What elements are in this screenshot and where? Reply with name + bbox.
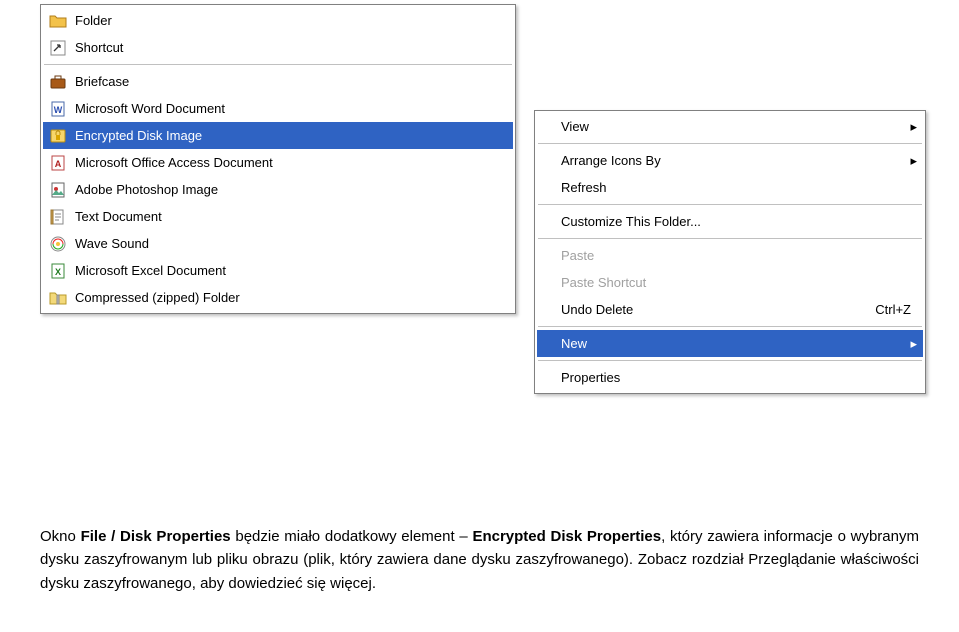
excel-doc-icon: X <box>45 262 71 280</box>
caption-paragraph: Okno File / Disk Properties będzie miało… <box>40 525 919 595</box>
menuitem-encrypted-disk[interactable]: Encrypted Disk Image <box>43 122 513 149</box>
menuitem-label: Microsoft Word Document <box>71 101 507 116</box>
context-menu: View ▸ Arrange Icons By ▸ Refresh Custom… <box>534 110 926 394</box>
separator <box>44 64 512 65</box>
separator <box>538 204 922 205</box>
wave-sound-icon <box>45 235 71 253</box>
chevron-right-icon: ▸ <box>903 336 917 352</box>
svg-text:A: A <box>55 159 62 169</box>
menuitem-zip[interactable]: Compressed (zipped) Folder <box>43 284 513 311</box>
caption-text: będzie miało dodatkowy element – <box>231 528 473 545</box>
menuitem-paste-shortcut[interactable]: Paste Shortcut <box>537 269 923 296</box>
menuitem-label: Folder <box>71 13 507 28</box>
menuitem-properties[interactable]: Properties <box>537 364 923 391</box>
menuitem-briefcase[interactable]: Briefcase <box>43 68 513 95</box>
menuitem-arrange-icons[interactable]: Arrange Icons By ▸ <box>537 147 923 174</box>
svg-text:W: W <box>54 105 63 115</box>
photoshop-icon <box>45 181 71 199</box>
menuitem-view[interactable]: View ▸ <box>537 113 923 140</box>
menuitem-shortcut[interactable]: Shortcut <box>43 34 513 61</box>
menuitem-excel[interactable]: X Microsoft Excel Document <box>43 257 513 284</box>
menuitem-new[interactable]: New ▸ <box>537 330 923 357</box>
separator <box>538 360 922 361</box>
menuitem-label: Encrypted Disk Image <box>71 128 507 143</box>
chevron-right-icon: ▸ <box>903 153 917 169</box>
separator <box>538 238 922 239</box>
menuitem-label: Paste <box>557 248 917 263</box>
briefcase-icon <box>45 73 71 91</box>
menuitem-undo-delete[interactable]: Undo Delete Ctrl+Z <box>537 296 923 323</box>
menuitem-customize-folder[interactable]: Customize This Folder... <box>537 208 923 235</box>
menuitem-label: Text Document <box>71 209 507 224</box>
menuitem-access[interactable]: A Microsoft Office Access Document <box>43 149 513 176</box>
chevron-right-icon: ▸ <box>903 119 917 135</box>
menuitem-refresh[interactable]: Refresh <box>537 174 923 201</box>
menuitem-label: Paste Shortcut <box>557 275 917 290</box>
word-doc-icon: W <box>45 100 71 118</box>
folder-icon <box>45 12 71 30</box>
menuitem-label: Microsoft Office Access Document <box>71 155 507 170</box>
menuitem-label: Microsoft Excel Document <box>71 263 507 278</box>
separator <box>538 326 922 327</box>
encrypted-disk-icon <box>45 127 71 145</box>
text-doc-icon <box>45 208 71 226</box>
caption-bold: File / Disk Properties <box>81 528 231 545</box>
menuitem-label: Briefcase <box>71 74 507 89</box>
menuitem-paste[interactable]: Paste <box>537 242 923 269</box>
menuitem-label: Undo Delete <box>557 302 875 317</box>
zip-folder-icon <box>45 289 71 307</box>
menuitem-label: New <box>557 336 903 351</box>
caption-text: Okno <box>40 528 81 545</box>
separator <box>538 143 922 144</box>
menuitem-label: View <box>557 119 903 134</box>
menuitem-label: Wave Sound <box>71 236 507 251</box>
submenu-new: Folder Shortcut Briefcase W Microsoft Wo… <box>40 4 516 314</box>
caption-bold: Encrypted Disk Properties <box>472 528 661 545</box>
menuitem-text[interactable]: Text Document <box>43 203 513 230</box>
menuitem-label: Arrange Icons By <box>557 153 903 168</box>
menuitem-label: Compressed (zipped) Folder <box>71 290 507 305</box>
svg-text:X: X <box>55 267 61 277</box>
access-doc-icon: A <box>45 154 71 172</box>
menuitem-label: Properties <box>557 370 917 385</box>
menuitem-photoshop[interactable]: Adobe Photoshop Image <box>43 176 513 203</box>
shortcut-icon <box>45 39 71 57</box>
menuitem-label: Shortcut <box>71 40 507 55</box>
menuitem-label: Refresh <box>557 180 917 195</box>
shortcut-text: Ctrl+Z <box>875 302 917 317</box>
menuitem-label: Customize This Folder... <box>557 214 917 229</box>
menuitem-folder[interactable]: Folder <box>43 7 513 34</box>
menuitem-label: Adobe Photoshop Image <box>71 182 507 197</box>
menuitem-wave[interactable]: Wave Sound <box>43 230 513 257</box>
menuitem-word[interactable]: W Microsoft Word Document <box>43 95 513 122</box>
